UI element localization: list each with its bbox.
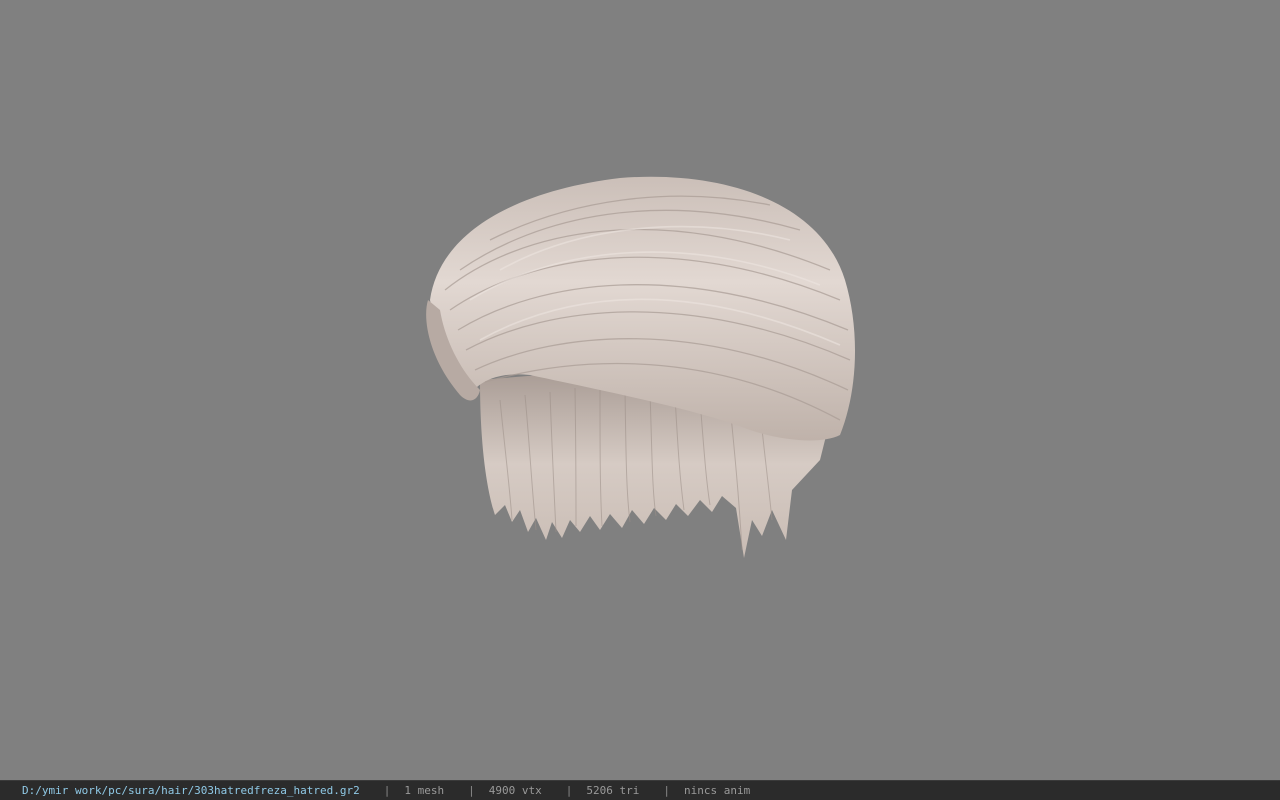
hair-mesh-model <box>426 176 856 558</box>
file-path-label: D:/ymir work/pc/sura/hair/303hatredfreza… <box>22 784 360 797</box>
triangle-count-label: 5206 tri <box>586 784 640 797</box>
separator: | <box>383 784 391 797</box>
separator: | <box>663 784 670 797</box>
3d-viewport[interactable] <box>0 0 1280 780</box>
separator: | <box>565 784 573 797</box>
separator: | <box>468 784 475 797</box>
vertex-count-label: 4900 vtx <box>488 784 542 797</box>
mesh-count-label: 1 mesh <box>404 784 445 797</box>
status-bar: D:/ymir work/pc/sura/hair/303hatredfreza… <box>0 780 1280 800</box>
animation-status-label: nincs anim <box>683 784 751 797</box>
